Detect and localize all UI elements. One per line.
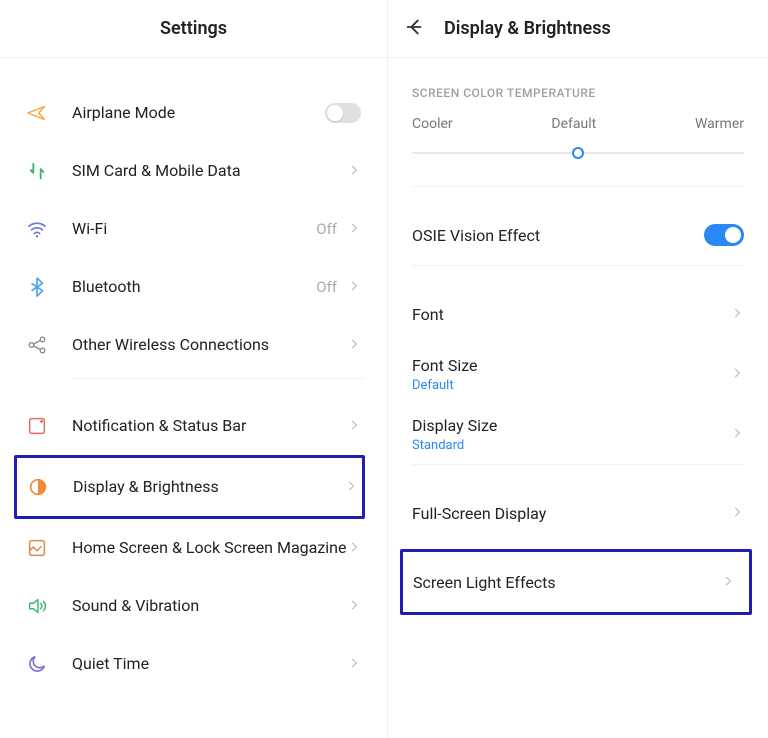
- settings-panel: Settings Airplane Mode SIM Card & Mobile…: [0, 0, 388, 738]
- detail-panel: Display & Brightness SCREEN COLOR TEMPER…: [388, 0, 768, 738]
- airplane-toggle[interactable]: [325, 103, 361, 123]
- settings-item-airplane-mode[interactable]: Airplane Mode: [22, 84, 365, 142]
- osie-label: OSIE Vision Effect: [412, 226, 704, 245]
- chevron-right-icon: [347, 597, 361, 616]
- chevron-right-icon: [347, 162, 361, 181]
- display-size-label: Display Size: [412, 416, 730, 435]
- chevron-right-icon: [344, 478, 358, 497]
- color-temp-slider[interactable]: [412, 140, 744, 166]
- notification-icon: [26, 415, 56, 437]
- bluetooth-status: Off: [316, 278, 337, 296]
- settings-item-notification[interactable]: Notification & Status Bar: [22, 397, 365, 455]
- color-temp-labels: Cooler Default Warmer: [404, 110, 752, 138]
- wifi-status: Off: [316, 220, 337, 238]
- chevron-right-icon: [347, 336, 361, 355]
- detail-title: Display & Brightness: [444, 18, 611, 39]
- wifi-icon: [26, 218, 56, 240]
- chevron-right-icon: [721, 573, 735, 592]
- settings-list: Airplane Mode SIM Card & Mobile Data Wi-…: [0, 58, 387, 693]
- settings-item-display[interactable]: Display & Brightness: [17, 458, 362, 516]
- settings-item-sim[interactable]: SIM Card & Mobile Data: [22, 142, 365, 200]
- settings-header: Settings: [0, 0, 387, 58]
- row-screen-light[interactable]: Screen Light Effects: [403, 552, 745, 612]
- full-screen-label: Full-Screen Display: [412, 504, 730, 523]
- screen-light-label: Screen Light Effects: [413, 573, 721, 592]
- settings-item-sound[interactable]: Sound & Vibration: [22, 577, 365, 635]
- settings-item-other-wireless[interactable]: Other Wireless Connections: [22, 316, 365, 374]
- chevron-right-icon: [347, 220, 361, 239]
- settings-title: Settings: [160, 18, 227, 39]
- item-label: Display & Brightness: [57, 477, 344, 497]
- display-size-value: Standard: [412, 438, 730, 453]
- highlight-screen-light: Screen Light Effects: [400, 549, 752, 615]
- chevron-right-icon: [730, 425, 744, 444]
- item-label: Wi-Fi: [56, 219, 316, 239]
- bluetooth-icon: [26, 276, 56, 298]
- item-label: Bluetooth: [56, 277, 316, 297]
- chevron-right-icon: [347, 278, 361, 297]
- slider-thumb[interactable]: [572, 147, 584, 159]
- font-size-label: Font Size: [412, 356, 730, 375]
- moon-icon: [26, 653, 56, 675]
- back-button[interactable]: [404, 16, 426, 42]
- row-full-screen[interactable]: Full-Screen Display: [404, 483, 752, 543]
- detail-content: SCREEN COLOR TEMPERATURE Cooler Default …: [388, 58, 768, 615]
- chevron-right-icon: [347, 539, 361, 558]
- color-temp-section-title: SCREEN COLOR TEMPERATURE: [404, 58, 752, 110]
- font-label: Font: [412, 305, 730, 324]
- section-divider: [72, 378, 365, 379]
- detail-header: Display & Brightness: [388, 0, 768, 58]
- settings-item-bluetooth[interactable]: Bluetooth Off: [22, 258, 365, 316]
- display-icon: [27, 476, 57, 498]
- chevron-right-icon: [347, 655, 361, 674]
- chevron-right-icon: [730, 365, 744, 384]
- chevron-right-icon: [730, 504, 744, 523]
- item-label: Notification & Status Bar: [56, 416, 347, 436]
- item-label: Quiet Time: [56, 654, 347, 674]
- label-cooler: Cooler: [412, 116, 453, 132]
- airplane-icon: [26, 102, 56, 124]
- home-magazine-icon: [26, 537, 56, 559]
- chevron-right-icon: [730, 305, 744, 324]
- connections-icon: [26, 334, 56, 356]
- label-warmer: Warmer: [695, 116, 744, 132]
- label-default: Default: [551, 116, 596, 132]
- settings-item-wifi[interactable]: Wi-Fi Off: [22, 200, 365, 258]
- item-label: Other Wireless Connections: [56, 335, 347, 355]
- item-label: Home Screen & Lock Screen Magazine: [56, 538, 347, 558]
- highlight-display-brightness: Display & Brightness: [14, 455, 365, 519]
- chevron-right-icon: [347, 417, 361, 436]
- sim-icon: [26, 160, 56, 182]
- font-size-value: Default: [412, 378, 730, 393]
- item-label: Sound & Vibration: [56, 596, 347, 616]
- sound-icon: [26, 595, 56, 617]
- osie-toggle[interactable]: [704, 224, 744, 246]
- item-label: SIM Card & Mobile Data: [56, 161, 347, 181]
- row-display-size[interactable]: Display Size Standard: [404, 404, 752, 464]
- settings-item-home-screen[interactable]: Home Screen & Lock Screen Magazine: [22, 519, 365, 577]
- row-font-size[interactable]: Font Size Default: [404, 344, 752, 404]
- row-font[interactable]: Font: [404, 284, 752, 344]
- row-osie[interactable]: OSIE Vision Effect: [404, 205, 752, 265]
- settings-item-quiet-time[interactable]: Quiet Time: [22, 635, 365, 693]
- item-label: Airplane Mode: [56, 103, 325, 123]
